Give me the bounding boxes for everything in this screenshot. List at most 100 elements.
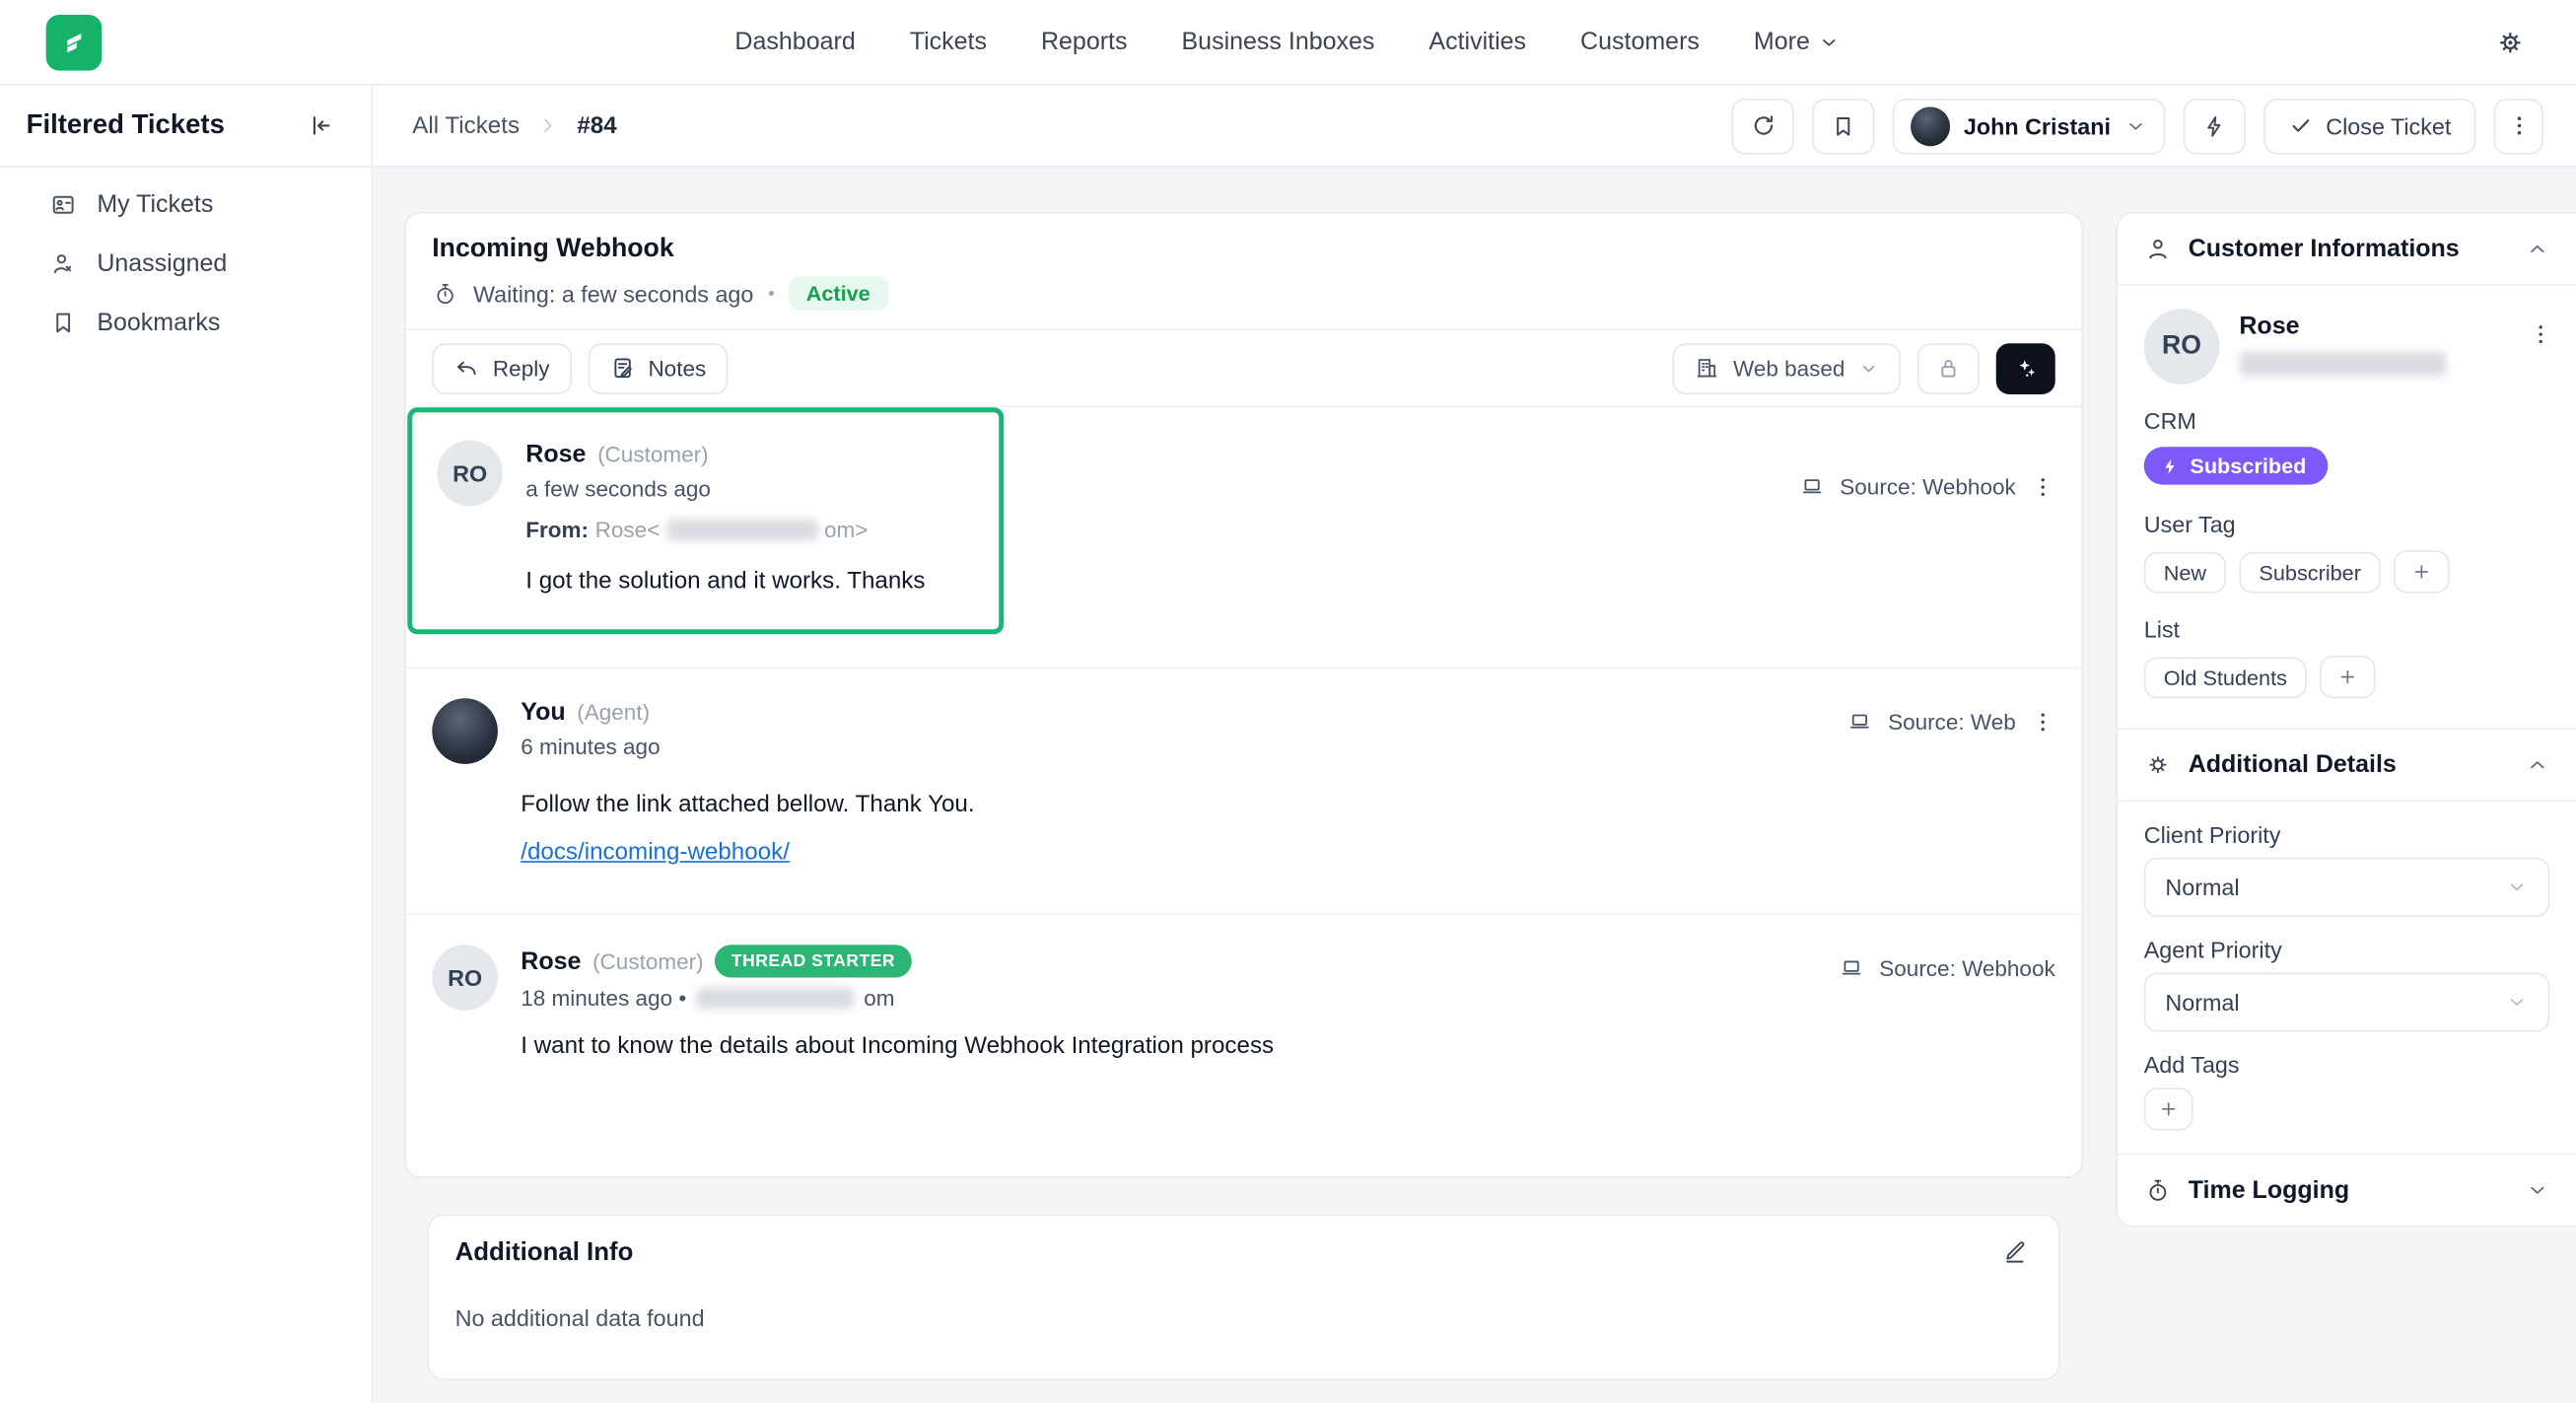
nav-dashboard[interactable]: Dashboard [734, 28, 855, 55]
plus-icon [2410, 560, 2433, 583]
collapse-section-button[interactable] [2525, 752, 2549, 777]
left-sidebar: Filtered Tickets My Tickets Unassigned [0, 86, 373, 1403]
nav-activities[interactable]: Activities [1428, 28, 1526, 55]
breadcrumb-all-tickets[interactable]: All Tickets [412, 112, 520, 139]
message-body: Follow the link attached bellow. Thank Y… [521, 792, 974, 818]
chevron-right-icon [536, 113, 561, 138]
channel-value: Web based [1733, 356, 1845, 381]
message-item: RO Rose (Customer) THREAD STARTER 18 min… [406, 914, 2082, 1093]
message-item: RO Rose (Customer) a few seconds ago [406, 407, 2082, 634]
collapse-section-button[interactable] [2525, 237, 2549, 261]
reply-label: Reply [493, 356, 550, 381]
nav-reports[interactable]: Reports [1041, 28, 1128, 55]
notes-button[interactable]: Notes [588, 342, 728, 393]
message-time: 18 minutes ago • om [521, 986, 1274, 1011]
list-tag[interactable]: Old Students [2144, 657, 2307, 698]
sparkles-icon [2012, 354, 2040, 382]
logo-mark-icon [56, 24, 93, 60]
waiting-text: Waiting: a few seconds ago [473, 280, 753, 307]
message-author: Rose [525, 441, 586, 468]
lock-icon [1935, 355, 1962, 382]
sidebar-item-bookmarks[interactable]: Bookmarks [49, 309, 372, 336]
message-source-label: Source: Webhook [1840, 474, 2015, 499]
private-lock-button[interactable] [1917, 342, 1980, 393]
gear-icon [2494, 26, 2527, 58]
from-label: From: [525, 518, 589, 542]
agent-priority-label: Agent Priority [2144, 937, 2550, 963]
close-ticket-button[interactable]: Close Ticket [2263, 98, 2475, 154]
user-tag[interactable]: New [2144, 551, 2226, 593]
quick-actions-button[interactable] [2183, 98, 2245, 154]
customer-avatar: RO [2144, 309, 2220, 385]
message-source-label: Source: Web [1888, 709, 2016, 734]
message-author-role: (Agent) [577, 700, 650, 725]
nav-customers[interactable]: Customers [1580, 28, 1700, 55]
ai-assistant-button[interactable] [1996, 342, 2055, 393]
bookmark-ticket-button[interactable] [1813, 98, 1875, 154]
user-tag[interactable]: Subscriber [2239, 551, 2381, 593]
edit-additional-info-button[interactable] [2001, 1237, 2029, 1265]
additional-info-card: Additional Info No additional data found [427, 1215, 2059, 1380]
section-title: Time Logging [2189, 1176, 2349, 1204]
assignee-name: John Cristani [1964, 112, 2111, 139]
section-additional-details[interactable]: Additional Details [2118, 730, 2576, 801]
avatar [432, 698, 498, 764]
agent-priority-select[interactable]: Normal [2144, 973, 2550, 1032]
refresh-button[interactable] [1732, 98, 1794, 154]
message-item: You (Agent) 6 minutes ago Follow the lin… [406, 667, 2082, 914]
client-priority-select[interactable]: Normal [2144, 858, 2550, 917]
nav-tickets[interactable]: Tickets [910, 28, 987, 55]
message-time: a few seconds ago [525, 476, 925, 501]
fluent-support-logo[interactable] [46, 14, 103, 70]
ticket-card-icon [49, 190, 77, 218]
additional-info-title: Additional Info [455, 1239, 2033, 1269]
redacted-customer-email [2239, 352, 2446, 377]
add-user-tag-button[interactable] [2394, 550, 2450, 593]
breadcrumb-ticket-id: #84 [577, 112, 616, 139]
check-icon [2288, 113, 2313, 138]
top-navbar: Dashboard Tickets Reports Business Inbox… [0, 0, 2576, 86]
ticket-more-menu-button[interactable] [2494, 98, 2543, 154]
gear-icon [2144, 751, 2172, 779]
crm-label: CRM [2144, 407, 2550, 434]
avatar: RO [432, 945, 498, 1011]
nav-more[interactable]: More [1754, 28, 1842, 55]
laptop-icon [1846, 708, 1873, 735]
section-title: Additional Details [2189, 751, 2397, 779]
add-ticket-tag-button[interactable] [2144, 1087, 2193, 1130]
bookmark-icon [49, 309, 77, 336]
building-icon [1694, 355, 1720, 382]
message-time-suffix: om [864, 986, 894, 1011]
refresh-icon [1749, 111, 1776, 139]
timer-icon [432, 280, 458, 307]
sidebar-item-my-tickets[interactable]: My Tickets [49, 190, 372, 218]
sidebar-collapse-button[interactable] [308, 111, 335, 139]
ticket-card: Incoming Webhook Waiting: a few seconds … [404, 212, 2083, 1178]
channel-select[interactable]: Web based [1672, 342, 1901, 393]
redacted-email [696, 988, 854, 1010]
message-link[interactable]: /docs/incoming-webhook/ [521, 840, 790, 867]
nav-business-inboxes[interactable]: Business Inboxes [1182, 28, 1375, 55]
redacted-email [666, 520, 817, 541]
reply-button[interactable]: Reply [432, 342, 571, 393]
collapse-left-icon [308, 111, 335, 139]
conversation-column: Incoming Webhook Waiting: a few seconds … [404, 212, 2083, 1403]
settings-gear-button[interactable] [2494, 26, 2527, 58]
chevron-down-icon [2505, 876, 2528, 898]
kebab-menu-icon [2529, 322, 2553, 347]
section-time-logging[interactable]: Time Logging [2118, 1156, 2576, 1227]
customer-menu-button[interactable] [2529, 322, 2553, 347]
laptop-icon [1799, 473, 1826, 500]
section-customer-informations[interactable]: Customer Informations [2118, 214, 2576, 285]
expand-section-button[interactable] [2525, 1178, 2549, 1203]
bookmark-icon [1831, 112, 1857, 139]
message-menu-button[interactable] [2031, 474, 2055, 499]
assignee-dropdown[interactable]: John Cristani [1893, 98, 2165, 154]
reply-toolbar: Reply Notes [406, 330, 2082, 407]
add-list-button[interactable] [2320, 656, 2376, 698]
sidebar-item-unassigned[interactable]: Unassigned [49, 249, 372, 277]
message-menu-button[interactable] [2031, 709, 2055, 734]
message-body: I want to know the details about Incomin… [521, 1033, 1274, 1060]
additional-details-body: Client Priority Normal Agent Priority No… [2118, 802, 2576, 1154]
ticket-actions: John Cristani Close Ticket [1732, 98, 2543, 154]
